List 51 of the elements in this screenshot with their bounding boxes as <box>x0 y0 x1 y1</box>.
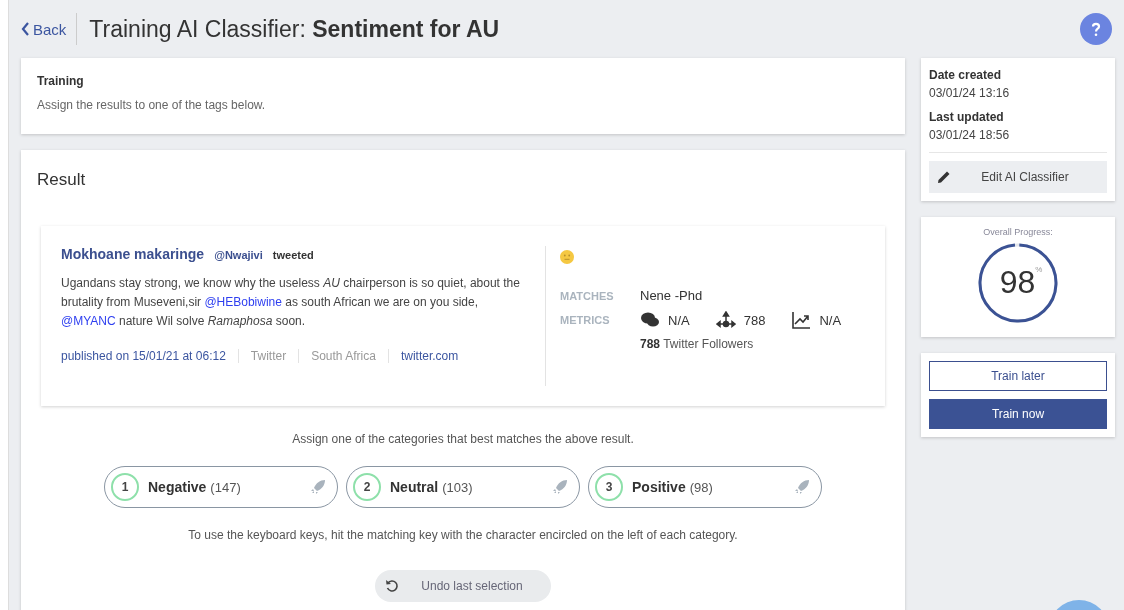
matches-label: MATCHES <box>560 289 615 302</box>
edit-button[interactable]: Edit AI Classifier <box>929 161 1107 193</box>
shortcut-key: 2 <box>352 472 382 502</box>
post-text: Ugandans stay strong, we know why the useless AU chairperson is so quiet, about the brutality from Museveni,sir @HEBobiwine as south African we are on you side, @MYANC nature Wil solve Ramaphosa soon. <box>61 275 521 330</box>
metrics-label: METRICS <box>560 314 611 326</box>
chevron-left-icon <box>21 22 30 36</box>
progress-label: Overall Progress: <box>983 227 1053 237</box>
updated-label: Last updated <box>929 110 1005 124</box>
mention-link[interactable]: @MYANC <box>61 314 116 328</box>
post-action: tweeted <box>272 249 314 261</box>
rocket-icon <box>309 478 327 496</box>
pencil-icon <box>937 170 951 184</box>
metric-value: N/A <box>668 312 690 328</box>
hint-text: To use the keyboard keys, hit the matching key with the character encircled on the left of each category. <box>187 528 739 542</box>
country-name: South Africa <box>298 349 388 363</box>
published-date[interactable]: published on 15/01/21 at 06:12 <box>61 349 238 363</box>
prompt-text: Assign one of the categories that best matches the above result. <box>291 432 635 446</box>
metric-value: N/A <box>819 312 842 328</box>
match-value: Nene -Phd <box>640 288 704 303</box>
category-button[interactable]: 1 Negative (147) <box>104 466 338 508</box>
comments-icon <box>640 311 660 329</box>
domain-link[interactable]: twitter.com <box>387 349 471 363</box>
progress-value: 98% <box>998 264 1043 300</box>
rocket-icon <box>793 478 811 496</box>
train-later-button[interactable]: Train later <box>929 361 1107 391</box>
author-handle[interactable]: @Nwajivi <box>214 249 263 261</box>
followers-text: 788 Twitter Followers <box>640 337 755 351</box>
shortcut-key: 1 <box>110 472 140 502</box>
category-button[interactable]: 3 Positive (98) <box>588 466 822 508</box>
page-title: Training AI Classifier: Sentiment for AU <box>89 15 501 43</box>
help-icon[interactable] <box>1080 13 1112 45</box>
category-button[interactable]: 2 Neutral (103) <box>346 466 580 508</box>
trend-chart-icon <box>791 311 812 329</box>
shortcut-key: 3 <box>594 472 624 502</box>
instruction-text: Assign the results to one of the tags below. <box>37 98 267 112</box>
created-label: Date created <box>929 68 1003 82</box>
mention-link[interactable]: @HEBobiwine <box>204 295 282 309</box>
author-name[interactable]: Mokhoane makaringe <box>61 246 205 262</box>
section-title: Training <box>37 74 85 88</box>
metric-value: 788 <box>743 312 766 328</box>
network-icon <box>715 311 736 329</box>
updated-date: 03/01/24 18:56 <box>929 128 1011 142</box>
undo-icon <box>385 579 400 593</box>
back-link[interactable]: Back <box>21 13 78 45</box>
neutral-face-icon <box>560 250 574 264</box>
train-now-button[interactable]: Train now <box>929 399 1107 429</box>
undo-button[interactable]: Undo last selection <box>375 570 551 602</box>
source-name: Twitter <box>237 349 299 363</box>
created-date: 03/01/24 13:16 <box>929 86 1011 100</box>
result-title: Result <box>37 170 87 190</box>
rocket-icon <box>551 478 569 496</box>
